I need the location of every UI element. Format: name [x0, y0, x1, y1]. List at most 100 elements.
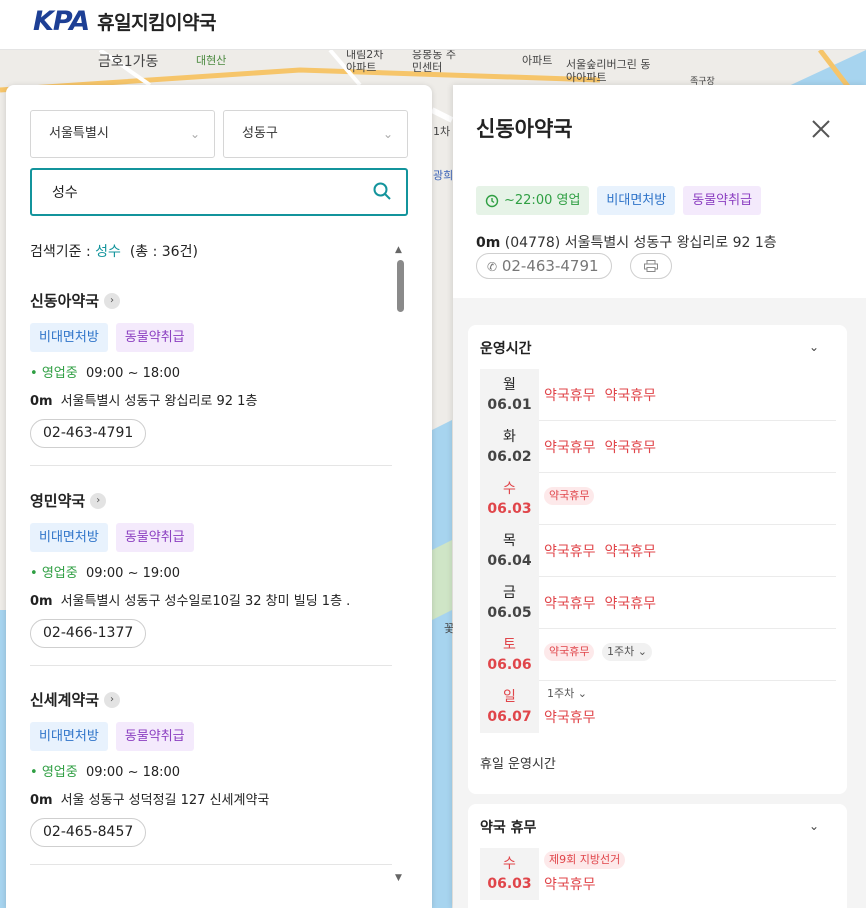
chevron-down-icon: ⌄: [189, 127, 200, 141]
detail-phone-button[interactable]: ✆ 02-463-4791: [476, 253, 612, 279]
tag-animal-medicine: 동물약취급: [115, 323, 194, 352]
app-title: 휴일지킴이약국: [97, 12, 217, 34]
chevron-down-icon[interactable]: ⌄: [809, 340, 819, 354]
result-address: 0m 서울특별시 성동구 왕십리로 92 1층: [30, 390, 392, 409]
phone-button[interactable]: 02-465-8457: [30, 818, 147, 847]
kpa-logo: KPA: [33, 6, 90, 37]
chevron-down-icon: ⌄: [637, 645, 647, 658]
detail-distance: 0m: [476, 235, 501, 251]
result-item[interactable]: 신동아약국 › 비대면처방 동물약취급 • 영업중 09:00 ~ 18:00 …: [30, 290, 392, 448]
result-hours: 09:00 ~ 18:00: [85, 765, 181, 780]
map-label: 대현산: [196, 54, 227, 67]
result-name: 영민약국: [30, 492, 86, 510]
entry-text: 약국휴무: [604, 388, 656, 404]
map-label: 아파트: [522, 54, 553, 67]
close-icon[interactable]: [810, 118, 832, 144]
day-date: 06.06: [487, 657, 532, 673]
criteria-label: 검색기준 :: [30, 244, 91, 260]
address-text: 서울특별시 성동구 성수일로10길 32 창미 빌딩 1층 .: [60, 594, 351, 609]
chevron-right-icon: ›: [104, 292, 121, 309]
tag-remote-prescription: 비대면처방: [30, 523, 108, 552]
search-input-value: 성수: [52, 185, 78, 201]
phone-button[interactable]: 02-463-4791: [30, 419, 147, 448]
entry-text: 약국휴무: [604, 440, 656, 456]
week-dropdown[interactable]: 1주차 ⌄: [542, 685, 592, 703]
search-icon[interactable]: [372, 181, 392, 205]
map-label: 1차: [433, 125, 451, 138]
result-item[interactable]: 영민약국 › 비대면처방 동물약취급 • 영업중 09:00 ~ 19:00 0…: [30, 490, 392, 648]
chevron-down-icon[interactable]: ⌄: [809, 819, 819, 833]
result-item[interactable]: 신세계약국 › 비대면처방 동물약취급 • 영업중 09:00 ~ 18:00 …: [30, 689, 392, 847]
day-name: 목: [503, 533, 516, 549]
scrollbar-thumb[interactable]: [397, 260, 404, 312]
city-select[interactable]: 서울특별시 ⌄: [30, 110, 215, 158]
logo[interactable]: KPA 휴일지킴이약국: [33, 6, 217, 37]
result-title[interactable]: 영민약국 ›: [30, 490, 392, 511]
detail-address: 0m (04778) 서울특별시 성동구 왕십리로 92 1층: [476, 232, 777, 252]
result-title[interactable]: 신동아약국 ›: [30, 290, 392, 311]
day-name: 수: [503, 856, 516, 872]
day-name: 금: [503, 585, 516, 601]
app-header: KPA 휴일지킴이약국: [0, 0, 866, 50]
week-label: 1주차: [547, 687, 575, 700]
scroll-down-arrow[interactable]: ▼: [395, 873, 402, 883]
day-cell: 목 06.04: [480, 525, 539, 577]
divider: [30, 465, 392, 466]
result-hours: 09:00 ~ 18:00: [85, 366, 181, 381]
chevron-down-icon: ⌄: [382, 127, 393, 141]
hours-section-title: 운영시간: [480, 341, 532, 357]
entry-text: 약국휴무: [604, 544, 656, 560]
tag-animal-medicine: 동물약취급: [115, 523, 194, 552]
day-name: 토: [503, 637, 516, 653]
detail-phone-text: 02-463-4791: [501, 257, 599, 275]
print-button[interactable]: [630, 253, 672, 279]
map-label: 서울숲리버그린 동아아파트: [566, 58, 651, 84]
chevron-right-icon: ›: [90, 492, 107, 509]
city-select-value: 서울특별시: [49, 126, 109, 141]
result-hours: 09:00 ~ 19:00: [85, 566, 181, 581]
holiday-badge: 약국휴무: [544, 643, 595, 661]
closed-section-title: 약국 휴무: [480, 820, 537, 836]
address-text: 서울 성동구 성덕정길 127 신세계약국: [60, 793, 270, 808]
day-name: 수: [503, 481, 516, 497]
result-address: 0m 서울특별시 성동구 성수일로10길 32 창미 빌딩 1층 .: [30, 590, 392, 609]
scroll-up-arrow[interactable]: ▲: [395, 245, 402, 255]
search-input[interactable]: 성수: [30, 168, 408, 216]
result-distance: 0m: [30, 793, 53, 808]
day-cell: 수 06.03: [480, 848, 539, 900]
hours-entry: 약국휴무 약국휴무: [544, 541, 656, 561]
tag-remote-prescription: 비대면처방: [30, 722, 108, 751]
result-count: (총 : 36건): [129, 244, 198, 260]
tag-hours-text: ~22:00 영업: [504, 193, 581, 208]
map-label: 광희: [433, 169, 454, 182]
district-select[interactable]: 성동구 ⌄: [223, 110, 408, 158]
criteria-value: 성수: [95, 244, 121, 260]
tag-hours: ~22:00 영업: [476, 186, 590, 215]
closed-entry: 약국휴무: [544, 877, 596, 893]
result-title[interactable]: 신세계약국 ›: [30, 689, 392, 710]
result-status: • 영업중 09:00 ~ 18:00: [30, 765, 181, 780]
closed-section: 약국 휴무 ⌄ 수 06.03 제9회 지방선거 약국휴무: [468, 804, 847, 908]
day-cell: 금 06.05: [480, 577, 539, 629]
result-status: • 영업중 09:00 ~ 18:00: [30, 366, 181, 381]
entry-text: 약국휴무: [544, 596, 596, 612]
hours-row: 수 06.03 약국휴무: [480, 473, 836, 525]
day-date: 06.02: [487, 449, 532, 465]
search-criteria: 검색기준 : 성수 (총 : 36건): [30, 241, 198, 261]
day-date: 06.05: [487, 605, 532, 621]
map-label: 금호1가동: [98, 54, 159, 70]
day-cell: 화 06.02: [480, 421, 539, 473]
hours-entry: 약국휴무 약국휴무: [544, 385, 656, 405]
day-cell: 일 06.07: [480, 681, 539, 733]
phone-button[interactable]: 02-466-1377: [30, 619, 147, 648]
hours-entry: 약국휴무 약국휴무: [544, 593, 656, 613]
hours-row: 금 06.05 약국휴무 약국휴무: [480, 577, 836, 629]
chevron-right-icon: ›: [104, 691, 121, 708]
day-name: 화: [503, 429, 516, 445]
tag-remote-prescription: 비대면처방: [30, 323, 108, 352]
week-dropdown[interactable]: 1주차 ⌄: [602, 643, 652, 661]
hours-row: 일 06.07 1주차 ⌄ 약국휴무: [480, 681, 836, 733]
detail-address-text: (04778) 서울특별시 성동구 왕십리로 92 1층: [504, 235, 777, 251]
day-cell: 수 06.03: [480, 473, 539, 525]
closed-row: 수 06.03 제9회 지방선거 약국휴무: [480, 848, 836, 900]
